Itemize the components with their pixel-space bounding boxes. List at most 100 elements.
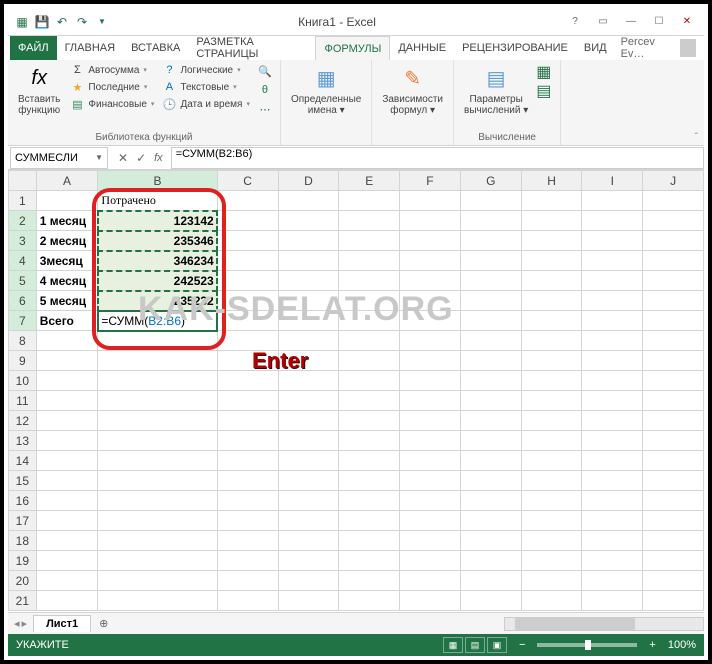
horizontal-scrollbar[interactable]: [504, 617, 704, 631]
row-header[interactable]: 14: [9, 451, 37, 471]
sheet-tab[interactable]: Лист1: [33, 615, 91, 632]
col-header-C[interactable]: C: [217, 171, 278, 191]
autosum-button[interactable]: ΣАвтосумма▾: [68, 62, 156, 78]
tab-view[interactable]: ВИД: [576, 36, 615, 60]
cell[interactable]: [36, 191, 98, 211]
cell[interactable]: 123142: [98, 211, 217, 231]
cell[interactable]: 235346: [98, 231, 217, 251]
cell[interactable]: 1 месяц: [36, 211, 98, 231]
col-header-I[interactable]: I: [582, 171, 643, 191]
qat-dropdown-icon[interactable]: ▼: [94, 14, 110, 30]
col-header-D[interactable]: D: [278, 171, 339, 191]
row-header[interactable]: 13: [9, 431, 37, 451]
insert-function-button[interactable]: fx Вставить функцию: [14, 62, 64, 118]
row-header[interactable]: 9: [9, 351, 37, 371]
worksheet-grid[interactable]: A B C D E F G H I J 1Потрачено 21 месяц1…: [8, 170, 704, 612]
user-account[interactable]: Percev Ev…: [615, 36, 702, 60]
save-icon[interactable]: 💾: [34, 14, 50, 30]
add-sheet-button[interactable]: ⊕: [91, 617, 116, 630]
row-header[interactable]: 21: [9, 591, 37, 611]
row-header[interactable]: 3: [9, 231, 37, 251]
zoom-level[interactable]: 100%: [668, 639, 696, 651]
text-button[interactable]: AТекстовые▾: [160, 79, 252, 95]
tab-home[interactable]: ГЛАВНАЯ: [57, 36, 123, 60]
col-header-B[interactable]: B: [98, 171, 217, 191]
datetime-button[interactable]: 🕒Дата и время▾: [160, 96, 252, 112]
col-header-G[interactable]: G: [460, 171, 521, 191]
view-break-button[interactable]: ▣: [487, 637, 507, 653]
cell[interactable]: 2 месяц: [36, 231, 98, 251]
row-header[interactable]: 7: [9, 311, 37, 331]
col-header-H[interactable]: H: [521, 171, 582, 191]
row-header[interactable]: 15: [9, 471, 37, 491]
row-header[interactable]: 5: [9, 271, 37, 291]
name-box[interactable]: СУММЕСЛИ▼: [10, 147, 108, 169]
tab-review[interactable]: РЕЦЕНЗИРОВАНИЕ: [454, 36, 576, 60]
row-header[interactable]: 19: [9, 551, 37, 571]
row-header[interactable]: 12: [9, 411, 37, 431]
col-header-E[interactable]: E: [339, 171, 400, 191]
row-header[interactable]: 4: [9, 251, 37, 271]
tab-file[interactable]: ФАЙЛ: [10, 36, 57, 60]
calc-now-button[interactable]: ▦: [536, 62, 554, 80]
calc-options-button[interactable]: ▤ Параметры вычислений ▾: [460, 62, 532, 118]
close-button[interactable]: ✕: [674, 12, 700, 32]
tab-layout[interactable]: РАЗМЕТКА СТРАНИЦЫ: [188, 36, 315, 60]
zoom-slider[interactable]: [537, 643, 637, 647]
fx-icon[interactable]: fx: [154, 152, 163, 164]
cell[interactable]: 235232: [98, 291, 217, 311]
sheet-nav-next-icon[interactable]: ▸: [22, 617, 28, 630]
row-header[interactable]: 20: [9, 571, 37, 591]
undo-icon[interactable]: ↶: [54, 14, 70, 30]
select-all-corner[interactable]: [9, 171, 37, 191]
tab-formulas[interactable]: ФОРМУЛЫ: [315, 36, 390, 60]
row-header[interactable]: 17: [9, 511, 37, 531]
minimize-button[interactable]: —: [618, 12, 644, 32]
cell[interactable]: 242523: [98, 271, 217, 291]
collapse-ribbon-icon[interactable]: ˆ: [695, 132, 698, 143]
audit-icon: ✎: [399, 64, 427, 92]
cell[interactable]: 5 месяц: [36, 291, 98, 311]
cancel-formula-icon[interactable]: ✕: [118, 151, 128, 165]
more-fn-button[interactable]: ⋯: [256, 100, 274, 118]
row-header[interactable]: 2: [9, 211, 37, 231]
enter-formula-icon[interactable]: ✓: [136, 151, 146, 165]
row-header[interactable]: 18: [9, 531, 37, 551]
chevron-down-icon[interactable]: ▼: [95, 153, 103, 162]
row-header[interactable]: 6: [9, 291, 37, 311]
row-header[interactable]: 10: [9, 371, 37, 391]
view-layout-button[interactable]: ▤: [465, 637, 485, 653]
row-header[interactable]: 11: [9, 391, 37, 411]
calc-sheet-button[interactable]: ▤: [536, 81, 554, 99]
col-header-J[interactable]: J: [643, 171, 704, 191]
cell[interactable]: 4 месяц: [36, 271, 98, 291]
sheet-nav-prev-icon[interactable]: ◂: [14, 617, 20, 630]
maximize-button[interactable]: ☐: [646, 12, 672, 32]
row-header[interactable]: 8: [9, 331, 37, 351]
zoom-out-button[interactable]: −: [519, 639, 525, 651]
cell-editing[interactable]: =СУММ(B2:B6): [98, 311, 217, 331]
help-icon[interactable]: ?: [562, 12, 588, 32]
col-header-F[interactable]: F: [400, 171, 461, 191]
col-header-A[interactable]: A: [36, 171, 98, 191]
defined-names-button[interactable]: ▦ Определенные имена ▾: [287, 62, 365, 118]
financial-button[interactable]: ▤Финансовые▾: [68, 96, 156, 112]
lookup-button[interactable]: 🔍: [256, 62, 274, 80]
row-header[interactable]: 16: [9, 491, 37, 511]
redo-icon[interactable]: ↷: [74, 14, 90, 30]
recent-button[interactable]: ★Последние▾: [68, 79, 156, 95]
tab-insert[interactable]: ВСТАВКА: [123, 36, 188, 60]
zoom-in-button[interactable]: +: [649, 639, 655, 651]
formula-auditing-button[interactable]: ✎ Зависимости формул ▾: [378, 62, 447, 118]
tab-data[interactable]: ДАННЫЕ: [390, 36, 454, 60]
math-button[interactable]: θ: [256, 81, 274, 99]
view-normal-button[interactable]: ▦: [443, 637, 463, 653]
logical-button[interactable]: ?Логические▾: [160, 62, 252, 78]
cell[interactable]: Потрачено: [98, 191, 217, 211]
cell[interactable]: Всего: [36, 311, 98, 331]
row-header[interactable]: 1: [9, 191, 37, 211]
cell[interactable]: 3месяц: [36, 251, 98, 271]
ribbon-display-icon[interactable]: ▭: [590, 12, 616, 32]
cell[interactable]: 346234: [98, 251, 217, 271]
formula-input[interactable]: =СУММ(B2:B6): [171, 147, 704, 169]
